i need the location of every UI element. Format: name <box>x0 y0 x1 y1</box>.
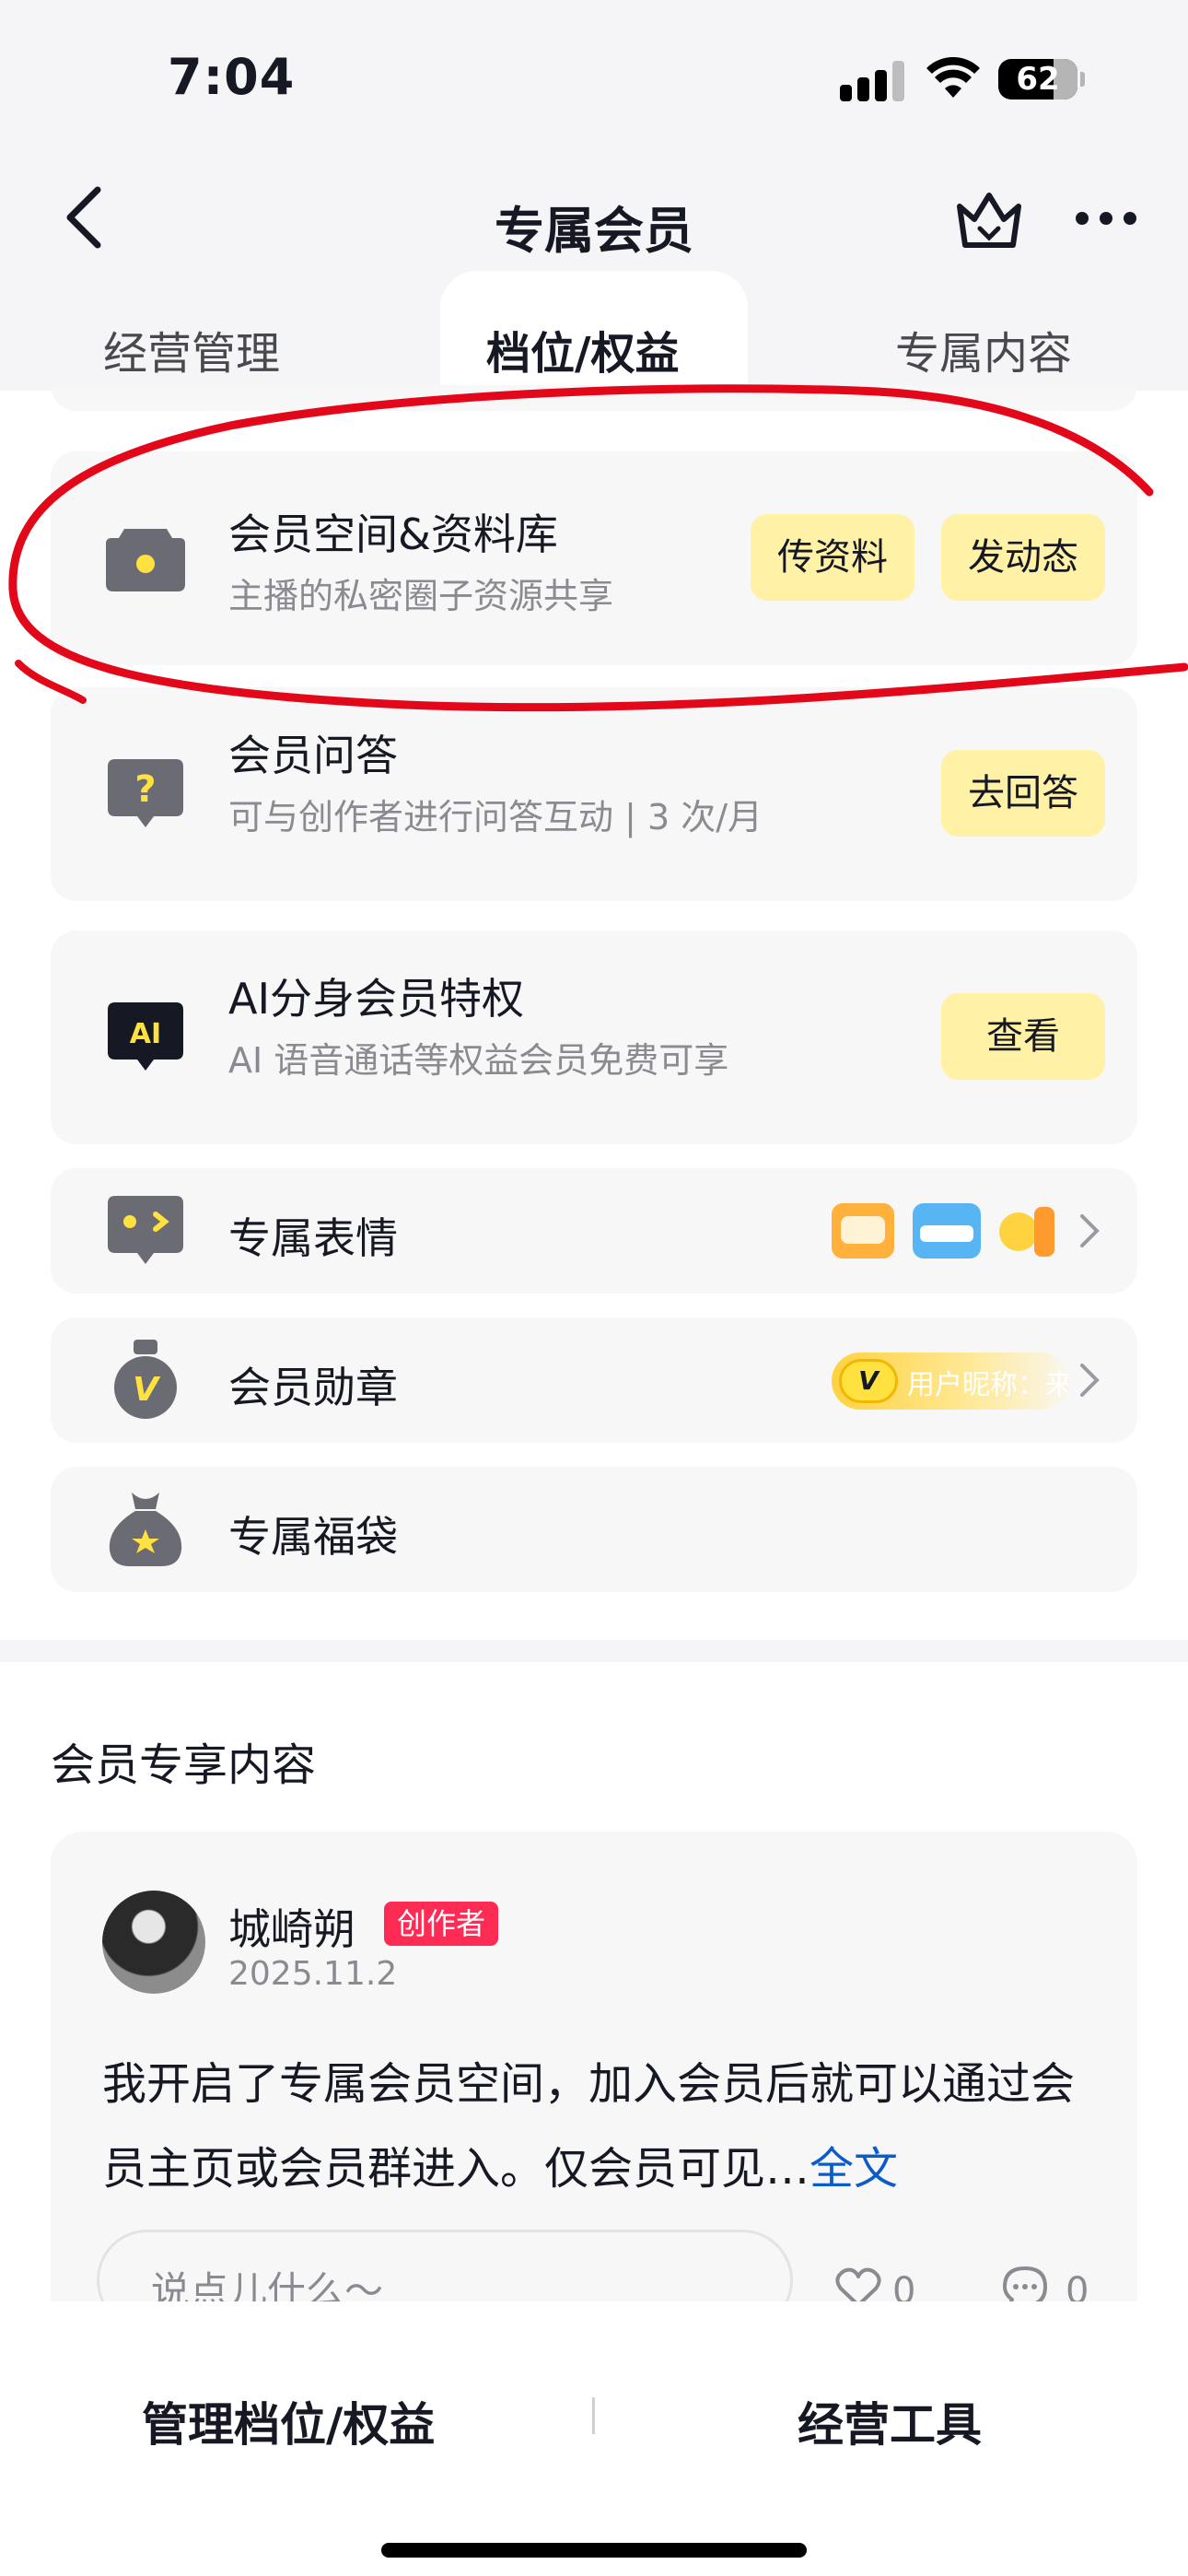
medal-icon: V <box>114 1340 177 1419</box>
section-divider <box>0 1642 1188 1662</box>
emoji-bubble-icon <box>108 1196 183 1264</box>
post-body: 我开启了专属会员空间，加入会员后就可以通过会员主页或会员群进入。仅会员可见… <box>102 2058 1076 2195</box>
read-more-link[interactable]: 全文 <box>809 2143 898 2195</box>
sticker-1-icon <box>832 1203 894 1259</box>
upload-materials-button[interactable]: 传资料 <box>751 514 914 601</box>
view-button[interactable]: 查看 <box>941 993 1105 1080</box>
tab-tiers-benefits[interactable]: 档位/权益 <box>486 317 680 381</box>
sticker-laugh-icon <box>997 1203 1058 1259</box>
benefit-card-medal[interactable]: V 会员勋章 V 用户昵称：来 <box>51 1317 1137 1443</box>
post-author[interactable]: 城崎朔 <box>228 1896 355 1957</box>
member-post-card[interactable]: 城崎朔 创作者 2025.11.2 我开启了专属会员空间，加入会员后就可以通过会… <box>51 1832 1137 2348</box>
crown-icon[interactable] <box>950 188 1028 252</box>
svg-text:V: V <box>133 1371 161 1409</box>
benefit-title: 会员勋章 <box>228 1363 398 1412</box>
battery-icon: 62 <box>998 59 1085 100</box>
benefit-card-ai[interactable]: AI AI分身会员特权 AI 语音通话等权益会员免费可享 查看 <box>51 931 1137 1144</box>
benefits-content: 会员空间&资料库 主播的私密圈子资源共享 传资料 发动态 ? 会员问答 可与创作… <box>0 385 1188 1640</box>
benefit-subtitle: AI 语音通话等权益会员免费可享 <box>228 1040 729 1081</box>
post-date: 2025.11.2 <box>228 1955 398 1993</box>
cellular-signal-icon <box>840 61 906 101</box>
more-icon[interactable] <box>1076 212 1136 230</box>
benefit-title: 专属表情 <box>228 1213 398 1263</box>
chevron-right-icon <box>1080 1364 1100 1397</box>
benefit-title: AI分身会员特权 <box>228 974 525 1024</box>
benefit-card-lucky-bag[interactable]: 专属福袋 <box>51 1467 1137 1592</box>
camera-icon <box>106 529 185 591</box>
manage-tiers-button[interactable]: 管理档位/权益 <box>142 2388 435 2454</box>
svg-text:AI: AI <box>130 1018 161 1050</box>
avatar[interactable] <box>102 1891 205 1994</box>
benefit-card-member-space[interactable]: 会员空间&资料库 主播的私密圈子资源共享 传资料 发动态 <box>51 451 1137 665</box>
post-update-button[interactable]: 发动态 <box>941 514 1105 601</box>
svg-text:?: ? <box>134 768 156 811</box>
medal-badge-text: 用户昵称：来 <box>907 1369 1069 1401</box>
wifi-icon <box>926 57 980 98</box>
nav-bar: 专属会员 <box>0 157 1188 276</box>
benefit-title: 会员问答 <box>228 731 398 780</box>
benefit-subtitle: 主播的私密圈子资源共享 <box>228 576 614 616</box>
benefit-card-stickers[interactable]: 专属表情 <box>51 1168 1137 1294</box>
tab-exclusive-content[interactable]: 专属内容 <box>895 317 1072 381</box>
sticker-cool-icon <box>913 1203 981 1259</box>
chevron-right-icon <box>1080 1214 1100 1247</box>
status-time: 7:04 <box>168 48 296 106</box>
business-tools-button[interactable]: 经营工具 <box>798 2388 982 2454</box>
benefit-subtitle: 可与创作者进行问答互动 | 3 次/月 <box>228 797 763 837</box>
post-text: 我开启了专属会员空间，加入会员后就可以通过会员主页或会员群进入。仅会员可见…全文 <box>102 2042 1097 2211</box>
benefit-title: 专属福袋 <box>228 1512 398 1562</box>
ai-bubble-icon: AI <box>108 1002 183 1071</box>
battery-level: 62 <box>1016 61 1060 98</box>
home-indicator <box>381 2543 807 2558</box>
benefit-card-qa[interactable]: ? 会员问答 可与创作者进行问答互动 | 3 次/月 去回答 <box>51 687 1137 901</box>
benefit-title: 会员空间&资料库 <box>228 509 558 559</box>
status-bar: 7:04 62 <box>0 0 1188 157</box>
lucky-bag-icon <box>109 1493 182 1566</box>
medal-badge-letter: V <box>839 1359 898 1403</box>
previous-card-edge <box>51 385 1137 411</box>
tab-business-management[interactable]: 经营管理 <box>103 317 280 381</box>
bottom-separator <box>592 2397 595 2434</box>
bottom-action-bar: 管理档位/权益 经营工具 <box>0 2301 1188 2576</box>
creator-badge: 创作者 <box>384 1902 499 1946</box>
go-answer-button[interactable]: 去回答 <box>941 750 1105 837</box>
section-title: 会员专享内容 <box>51 1739 317 1791</box>
members-section: 会员专享内容 城崎朔 创作者 2025.11.2 我开启了专属会员空间，加入会员… <box>0 1662 1188 2348</box>
question-bubble-icon: ? <box>108 759 183 827</box>
medal-badge-preview: V 用户昵称：来 <box>832 1352 1069 1410</box>
